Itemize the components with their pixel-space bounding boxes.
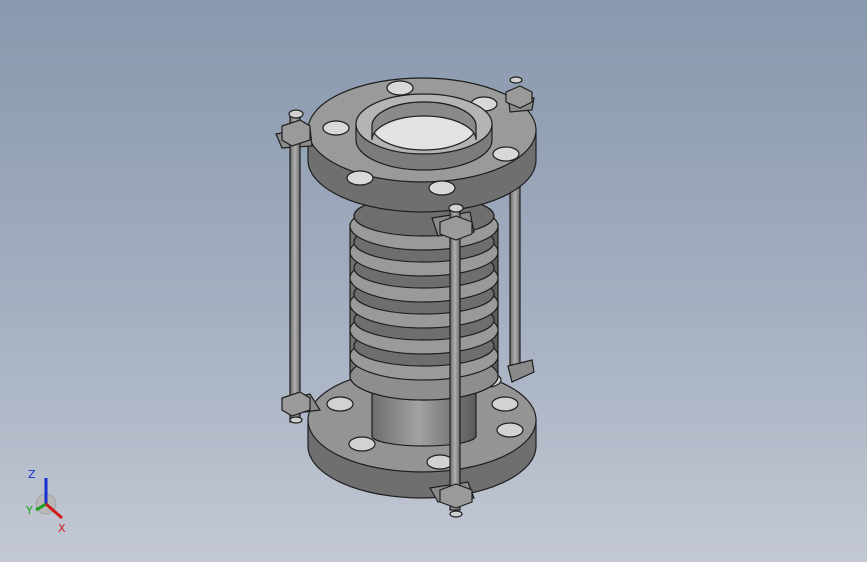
cad-viewport[interactable] bbox=[0, 0, 867, 562]
x-axis-label: X bbox=[58, 522, 66, 534]
bellows[interactable] bbox=[349, 195, 499, 401]
coordinate-triad: Z Y X bbox=[22, 464, 82, 535]
tie-rod-right-top-nut[interactable] bbox=[505, 76, 533, 109]
expansion-joint-model[interactable] bbox=[275, 76, 537, 518]
tie-rod-left[interactable] bbox=[281, 109, 311, 424]
z-axis-label: Z bbox=[28, 468, 36, 481]
y-axis-label: Y bbox=[25, 504, 33, 517]
